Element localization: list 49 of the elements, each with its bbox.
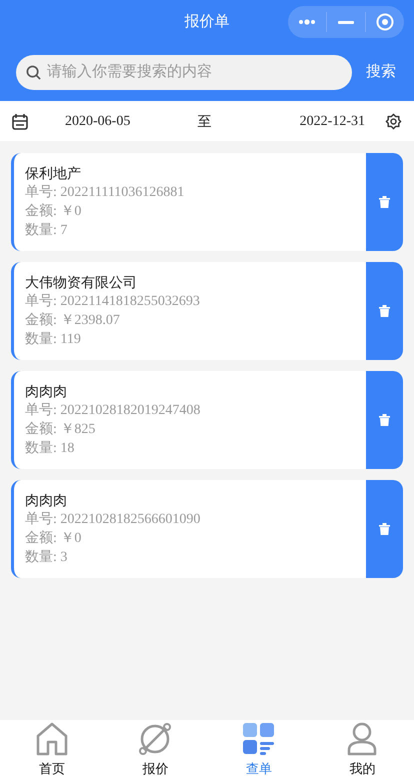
minus-icon [338,20,354,24]
tab-item[interactable]: 报价 [104,720,207,780]
date-separator: 至 [197,112,212,130]
tab-item[interactable]: 首页 [0,720,104,780]
order-card[interactable]: 肉肉肉 单号: 20221028182019247408 金额: ￥825 数量: 18 [11,371,403,469]
order-quantity: 数量: 119 [25,330,82,349]
page-title: 报价单 [184,12,230,32]
user-icon [347,722,378,756]
order-number: 单号: 202211111036126881 [25,184,186,202]
order-amount: 金额: ￥825 [25,420,96,439]
order-card[interactable]: 肉肉肉 单号: 20221028182566601090 金额: ￥0 数量: 3 [11,480,403,578]
order-amount: 金额: ￥0 [25,202,82,221]
start-date[interactable]: 2020-06-05 [65,110,130,132]
trash-icon [379,523,390,535]
order-card[interactable]: 保利地产 单号: 202211111036126881 金额: ￥0 数量: 7 [11,153,403,251]
order-quantity: 数量: 3 [25,548,68,567]
delete-button[interactable] [366,371,403,469]
search-button[interactable]: 搜索 [364,61,398,84]
trash-icon [379,196,390,208]
customer-name: 保利地产 [25,164,82,183]
trash-icon [379,305,390,317]
order-number: 单号: 20221028182019247408 [25,402,202,420]
search-input[interactable]: 请输入你需要搜索的内容 [47,61,342,84]
order-number: 单号: 20221141818255032693 [25,292,201,311]
more-icon [298,19,316,25]
delete-button[interactable] [366,153,403,251]
trash-icon [379,414,390,426]
grid-list-icon [242,722,276,756]
tab-item[interactable]: 我的 [310,720,414,780]
tab-item[interactable]: 查单 [207,720,310,780]
calendar-icon[interactable] [12,112,28,130]
planet-icon [138,722,172,756]
order-number: 单号: 20221028182566601090 [25,510,202,529]
order-card[interactable]: 大伟物资有限公司 单号: 20221141818255032693 金额: ￥2398.07 数量: 119 [11,262,403,360]
delete-button[interactable] [366,480,403,578]
target-icon [376,13,394,31]
settings-icon[interactable] [385,112,402,130]
order-quantity: 数量: 7 [25,222,68,240]
search-icon [26,65,41,80]
customer-name: 肉肉肉 [25,491,68,510]
customer-name: 肉肉肉 [25,382,68,401]
order-amount: 金额: ￥0 [25,529,82,548]
home-icon [36,722,68,756]
delete-button[interactable] [366,262,403,360]
customer-name: 大伟物资有限公司 [25,273,138,292]
end-date[interactable]: 2022-12-31 [300,110,365,132]
search-field[interactable]: 请输入你需要搜索的内容 [16,55,352,90]
order-amount: 金额: ￥2398.07 [25,311,121,330]
order-quantity: 数量: 18 [25,440,76,458]
